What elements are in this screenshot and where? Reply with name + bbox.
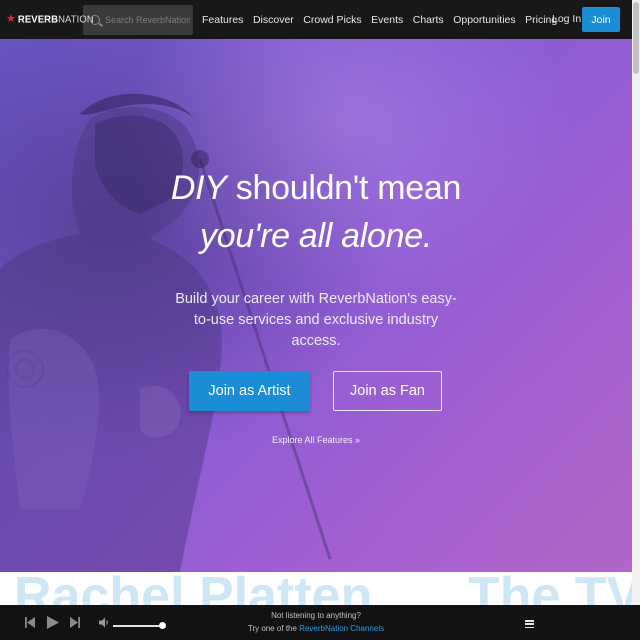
- hero-headline-line1: DIY shouldn't mean: [170, 169, 462, 207]
- main-menu: Features Discover Crowd Picks Events Cha…: [202, 14, 567, 26]
- player-channels-prompt: Try one of the ReverbNation Channels: [247, 624, 385, 633]
- login-link[interactable]: Log In: [552, 13, 581, 25]
- nav-crowd-picks[interactable]: Crowd Picks: [303, 14, 361, 26]
- logo-wordmark: REVERBNATION: [17, 13, 94, 26]
- player-status-text: Not listening to anything?: [271, 611, 361, 620]
- hero-subtitle: Build your career with ReverbNation's ea…: [175, 291, 457, 349]
- nav-features[interactable]: Features: [202, 14, 243, 26]
- hero-section: DIY shouldn't mean you're all alone. Bui…: [0, 39, 632, 572]
- featured-artist-title[interactable]: Rachel Platten: [14, 572, 372, 605]
- nav-events[interactable]: Events: [371, 14, 403, 26]
- menu-icon[interactable]: [525, 620, 534, 629]
- logo-star-icon: ★: [6, 13, 16, 25]
- join-as-artist-button[interactable]: Join as Artist: [189, 371, 310, 411]
- scrollbar-thumb[interactable]: [633, 2, 639, 74]
- join-button[interactable]: Join: [582, 7, 620, 32]
- nav-charts[interactable]: Charts: [413, 14, 444, 26]
- scrollbar-track[interactable]: [632, 0, 640, 605]
- nav-discover[interactable]: Discover: [253, 14, 294, 26]
- channels-link[interactable]: ReverbNation Channels: [299, 624, 384, 633]
- explore-features-link[interactable]: Explore All Features »: [0, 435, 632, 445]
- music-player-bar: Not listening to anything? Try one of th…: [0, 605, 640, 640]
- hero-headline-line2: you're all alone.: [200, 217, 432, 255]
- reverbnation-logo[interactable]: ★ REVERBNATION: [0, 0, 94, 39]
- search-icon: [90, 14, 100, 25]
- featured-artists-strip: Rachel Platten The TV: [0, 572, 632, 605]
- top-nav: ★ REVERBNATION Features Discover Crowd P…: [0, 0, 632, 39]
- join-as-fan-button[interactable]: Join as Fan: [333, 371, 442, 411]
- search-box[interactable]: [83, 4, 193, 35]
- featured-artist-title[interactable]: The TV: [468, 572, 632, 605]
- nav-opportunities[interactable]: Opportunities: [453, 14, 515, 26]
- search-input[interactable]: [105, 14, 190, 25]
